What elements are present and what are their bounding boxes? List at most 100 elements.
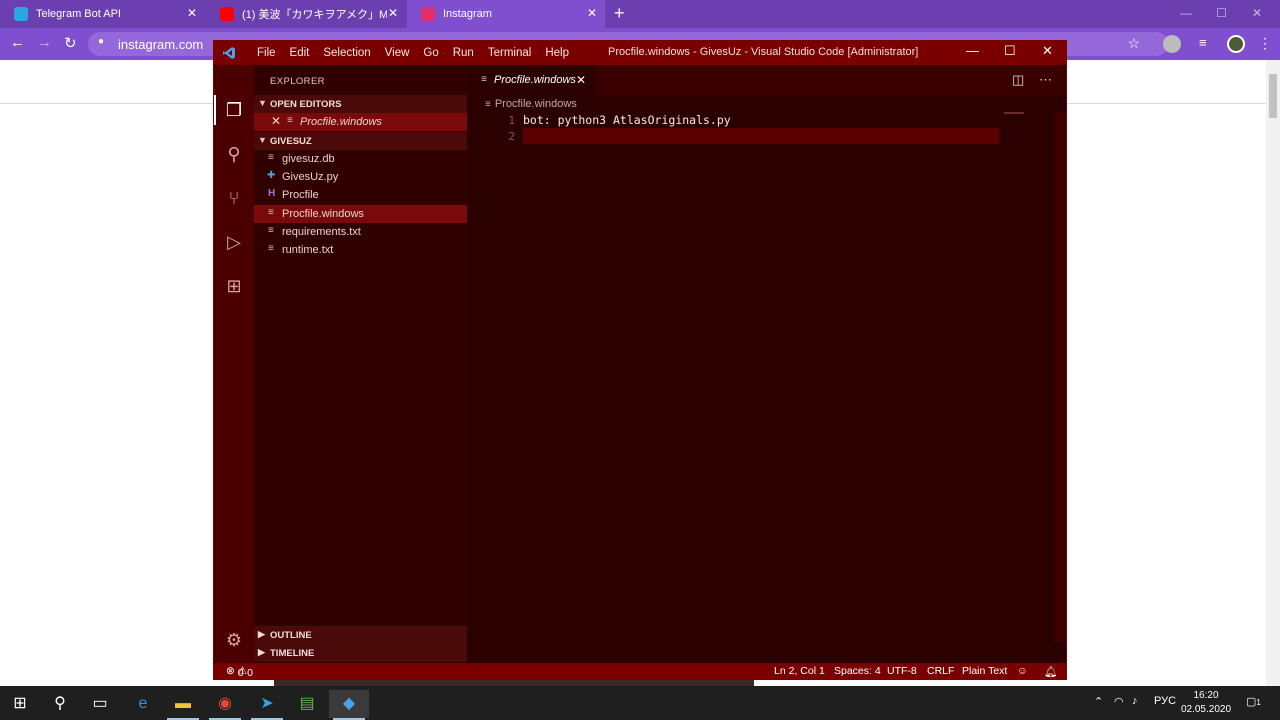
more-menu-icon[interactable]: ⋮ bbox=[1258, 35, 1276, 53]
wifi-icon[interactable]: ◠ bbox=[1114, 695, 1124, 708]
edge-icon[interactable]: e bbox=[123, 690, 163, 718]
file-item[interactable]: H Procfile bbox=[254, 186, 467, 204]
browser-tab-youtube[interactable]: (1) 美波「カワキヲアメク」MV - YouTube ✕ bbox=[206, 0, 406, 28]
window-title: Procfile.windows - GivesUz - Visual Stud… bbox=[608, 46, 919, 58]
menu-bar: File Edit Selection View Go Run Terminal… bbox=[250, 41, 576, 65]
menu-view[interactable]: View bbox=[378, 47, 417, 59]
close-icon[interactable]: ✕ bbox=[587, 6, 597, 20]
outline-section[interactable]: ▶ OUTLINE bbox=[254, 626, 467, 644]
minimize-icon[interactable]: — bbox=[966, 43, 979, 58]
menu-terminal[interactable]: Terminal bbox=[481, 47, 538, 59]
menu-selection[interactable]: Selection bbox=[316, 47, 377, 59]
problems-indicator[interactable]: ⊗ 0 ⚠ 0 bbox=[226, 665, 253, 679]
editor-tab-active[interactable]: ≡ Procfile.windows ✕ bbox=[467, 65, 596, 96]
reload-icon[interactable]: ↻ bbox=[64, 34, 77, 52]
shield-extension-icon[interactable] bbox=[1163, 35, 1181, 53]
browser-tab-telegram[interactable]: Telegram Bot API ✕ bbox=[0, 0, 205, 28]
maximize-icon[interactable]: ☐ bbox=[1216, 6, 1227, 20]
more-actions-icon[interactable]: ⋯ bbox=[1039, 72, 1052, 88]
cursor-position[interactable]: Ln 2, Col 1 bbox=[774, 665, 825, 677]
minimap-line bbox=[1004, 112, 1024, 114]
volume-icon[interactable]: ♪ bbox=[1132, 695, 1138, 707]
telegram-icon[interactable]: ➤ bbox=[247, 690, 287, 720]
menu-edit[interactable]: Edit bbox=[283, 47, 317, 59]
python-icon: ✚ bbox=[267, 170, 276, 181]
bookmark-star-icon[interactable]: ☆ bbox=[1127, 35, 1140, 52]
close-icon[interactable]: ✕ bbox=[1042, 43, 1053, 59]
browser-tab-instagram[interactable]: Instagram ✕ bbox=[407, 0, 605, 28]
notifications-icon[interactable]: ▢1 bbox=[1246, 695, 1261, 708]
language-indicator[interactable]: РУС bbox=[1154, 695, 1176, 707]
tray-chevron-icon[interactable]: ⌃ bbox=[1094, 695, 1103, 708]
file-item[interactable]: ≡ Procfile.windows bbox=[254, 205, 467, 223]
forward-icon[interactable]: → bbox=[37, 34, 52, 51]
new-tab-icon[interactable]: + bbox=[614, 3, 625, 24]
split-editor-icon[interactable]: ◫ bbox=[1012, 72, 1024, 88]
timeline-section[interactable]: ▶ TIMELINE bbox=[254, 644, 467, 662]
file-item[interactable]: ✚ GivesUz.py bbox=[254, 168, 467, 186]
source-control-icon[interactable]: ⑂ bbox=[223, 187, 245, 209]
activity-bar: ❐ ⚲ ⑂ ▷ ⊞ ⚙ bbox=[214, 65, 254, 663]
url-text: instagram.com bbox=[118, 37, 204, 52]
notepad-icon[interactable]: ▤ bbox=[287, 690, 327, 718]
windows-taskbar: ⊞ ⚲ ▭ e ▬ ◉ ➤ ▤ ◆ ⌃ ◠ ♪ РУС 16:20 02.05.… bbox=[0, 686, 1280, 720]
task-view-icon[interactable]: ▭ bbox=[80, 690, 120, 718]
heroku-icon: H bbox=[268, 188, 276, 199]
menu-help[interactable]: Help bbox=[538, 47, 576, 59]
lines-icon: ≡ bbox=[485, 99, 491, 110]
run-debug-icon[interactable]: ▷ bbox=[223, 231, 245, 253]
youtube-icon bbox=[220, 7, 234, 21]
file-item[interactable]: ≡ runtime.txt bbox=[254, 241, 467, 259]
editor-scrollbar[interactable] bbox=[1055, 112, 1066, 642]
line-number: 1 bbox=[508, 114, 515, 127]
open-editors-section[interactable]: ▼ OPEN EDITORS bbox=[254, 95, 467, 113]
language-mode[interactable]: Plain Text bbox=[962, 665, 1007, 677]
extensions-icon[interactable]: ⊞ bbox=[223, 275, 245, 297]
chrome-icon[interactable]: ◉ bbox=[205, 690, 245, 720]
indentation[interactable]: Spaces: 4 bbox=[834, 665, 881, 677]
close-icon[interactable]: ✕ bbox=[187, 6, 197, 20]
line-number: 2 bbox=[508, 130, 515, 143]
maximize-icon[interactable]: ☐ bbox=[1004, 43, 1016, 59]
browser-tab-title: Telegram Bot API bbox=[36, 8, 121, 20]
system-clock[interactable]: 16:20 02.05.2020 bbox=[1180, 689, 1232, 717]
browser-tab-strip: Telegram Bot API ✕ (1) 美波「カワキヲアメク」MV - Y… bbox=[0, 0, 1280, 28]
close-icon[interactable]: ✕ bbox=[576, 73, 586, 87]
windows-start-icon[interactable]: ⊞ bbox=[0, 690, 40, 718]
folder-section[interactable]: ▼ GIVESUZ bbox=[254, 132, 467, 150]
current-line-highlight bbox=[523, 128, 999, 144]
menu-file[interactable]: File bbox=[250, 47, 283, 59]
close-icon[interactable]: ✕ bbox=[271, 114, 281, 128]
vscode-icon[interactable]: ◆ bbox=[329, 690, 369, 720]
avatar[interactable] bbox=[1227, 35, 1245, 53]
file-item[interactable]: ≡ givesuz.db bbox=[254, 150, 467, 168]
close-icon[interactable]: ✕ bbox=[388, 6, 398, 20]
page-scrollbar[interactable] bbox=[1266, 60, 1280, 686]
chevron-right-icon: ▶ bbox=[258, 647, 265, 657]
browser-tab-title: Instagram bbox=[443, 8, 492, 20]
chevron-down-icon: ▼ bbox=[258, 98, 267, 108]
file-item[interactable]: ≡ requirements.txt bbox=[254, 223, 467, 241]
minimize-icon[interactable]: — bbox=[1180, 6, 1192, 20]
file-explorer-icon[interactable]: ▬ bbox=[163, 690, 203, 720]
media-control-icon[interactable]: ≡ bbox=[1199, 35, 1217, 53]
line-ending[interactable]: CRLF bbox=[927, 665, 954, 677]
settings-gear-icon[interactable]: ⚙ bbox=[223, 629, 245, 651]
search-icon[interactable]: ⚲ bbox=[40, 690, 80, 718]
editor-area[interactable]: ≡ Procfile.windows ✕ ◫ ⋯ ≡ Procfile.windo… bbox=[467, 65, 1066, 663]
feedback-icon[interactable]: ☺ bbox=[1017, 665, 1028, 677]
explorer-icon[interactable]: ❐ bbox=[223, 99, 245, 121]
vscode-logo-icon bbox=[223, 47, 235, 59]
open-editor-item[interactable]: ✕ ≡ Procfile.windows bbox=[254, 113, 467, 131]
breadcrumb[interactable]: ≡ Procfile.windows bbox=[485, 98, 577, 110]
encoding[interactable]: UTF-8 bbox=[887, 665, 917, 677]
back-icon[interactable]: ← bbox=[10, 34, 25, 51]
code-line[interactable]: bot: python3 AtlasOriginals.py bbox=[523, 113, 731, 127]
bell-icon[interactable]: 🔔︎ bbox=[1044, 665, 1057, 678]
editor-tab-bar: ≡ Procfile.windows ✕ ◫ ⋯ bbox=[467, 65, 1066, 96]
search-icon[interactable]: ⚲ bbox=[223, 143, 245, 165]
close-icon[interactable]: ✕ bbox=[1252, 6, 1262, 20]
menu-run[interactable]: Run bbox=[446, 47, 481, 59]
menu-go[interactable]: Go bbox=[416, 47, 445, 59]
browser-tab-title: (1) 美波「カワキヲアメク」MV - YouTube bbox=[242, 9, 387, 21]
